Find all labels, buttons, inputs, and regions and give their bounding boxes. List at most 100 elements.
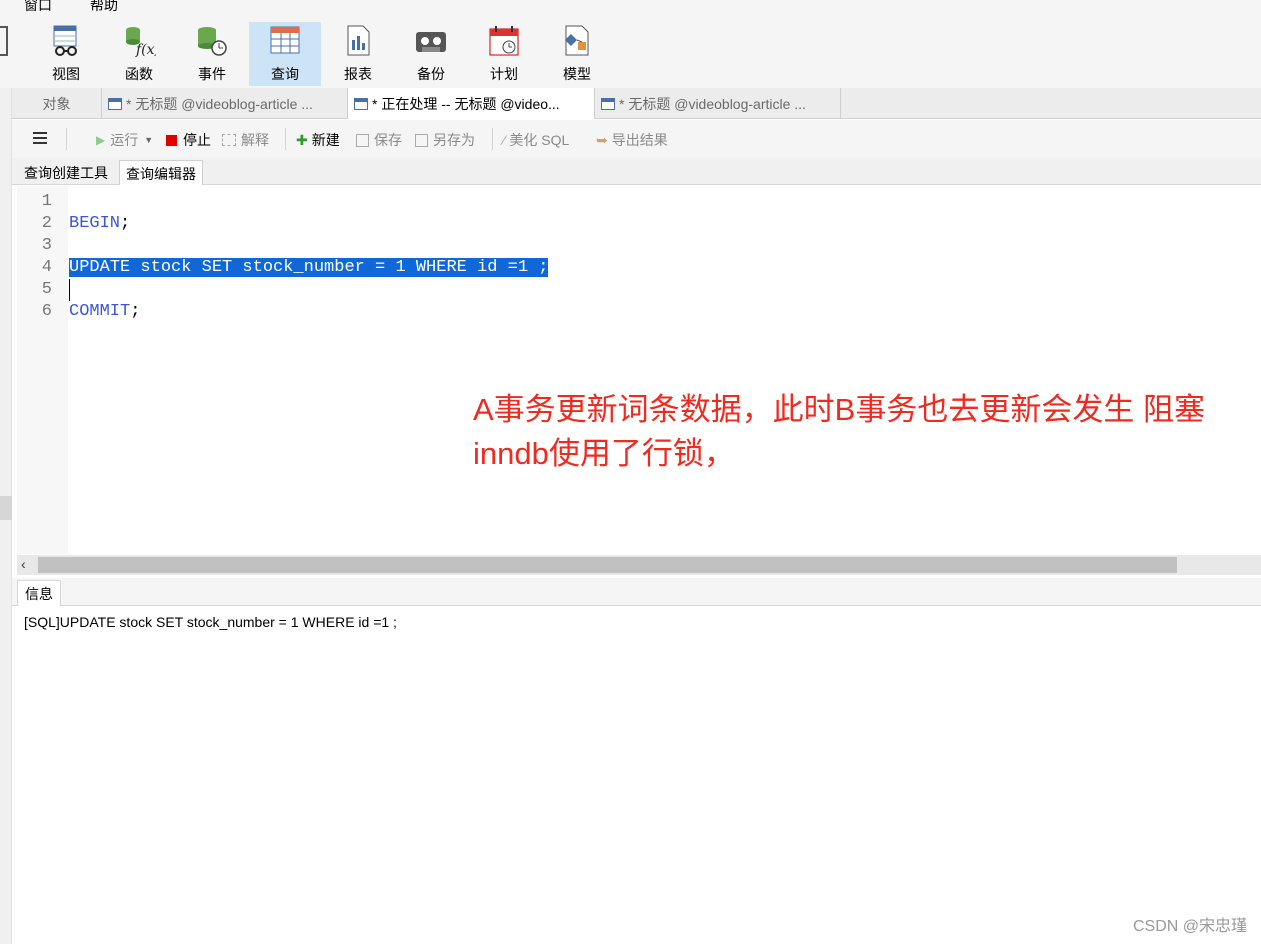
- sql-editor[interactable]: 1 2 3 4 5 6 BEGIN; UPDATE stock SET stoc…: [17, 186, 1261, 554]
- explain-icon: [222, 134, 236, 146]
- document-tab-strip: 对象 * 无标题 @videoblog-article ... * 正在处理 -…: [12, 88, 1261, 119]
- ribbon-model-label: 模型: [563, 66, 591, 82]
- backup-icon: [414, 24, 448, 58]
- tab-info[interactable]: 信息: [17, 580, 61, 606]
- ribbon-model-button[interactable]: 模型: [541, 22, 613, 86]
- line-number: 4: [41, 258, 52, 277]
- event-icon: [195, 24, 229, 58]
- annotation-line-1: A事务更新词条数据，此时B事务也去更新会发生 阻塞: [473, 392, 1205, 427]
- keyword-begin: BEGIN: [69, 214, 121, 233]
- ribbon-report-button[interactable]: 报表: [322, 22, 394, 86]
- toolbar-separator: [285, 128, 286, 150]
- ribbon-query-button[interactable]: 查询: [249, 22, 321, 86]
- line-number: 1: [41, 192, 52, 211]
- new-label: 新建: [311, 132, 340, 148]
- semicolon: ;: [130, 302, 141, 321]
- explain-button[interactable]: 解释: [222, 130, 269, 150]
- tab-query-builder[interactable]: 查询创建工具: [18, 160, 114, 185]
- tab-untitled-query-2[interactable]: * 无标题 @videoblog-article ...: [595, 88, 841, 119]
- ribbon-query-label: 查询: [271, 66, 299, 82]
- tab-query-editor[interactable]: 查询编辑器: [119, 160, 203, 185]
- save-icon: [356, 133, 369, 147]
- code-line-commit: COMMIT;: [69, 301, 140, 323]
- ribbon-schedule-button[interactable]: 计划: [468, 22, 540, 86]
- export-result-button[interactable]: ➥ 导出结果: [596, 130, 668, 150]
- watermark: CSDN @宋忠瑾: [1132, 918, 1247, 935]
- code-line-begin: BEGIN;: [69, 213, 130, 235]
- ribbon-toolbar: 视图 f(x) 函数 事件 查询 报表 备份 计划: [0, 16, 1261, 88]
- toolbar-separator: [66, 128, 67, 150]
- tab-untitled-query-1[interactable]: * 无标题 @videoblog-article ...: [102, 88, 348, 119]
- semicolon: ;: [120, 214, 131, 233]
- tab-objects-label: 对象: [42, 95, 71, 112]
- query-icon: [268, 24, 302, 58]
- beautify-sql-button[interactable]: ⁄ 美化 SQL: [503, 130, 569, 150]
- scrollbar-thumb[interactable]: [38, 557, 1177, 573]
- query-tab-icon: [601, 97, 615, 110]
- save-as-icon: [415, 133, 428, 147]
- tab-objects[interactable]: 对象: [12, 88, 102, 119]
- save-as-button[interactable]: 另存为: [415, 130, 475, 150]
- menu-window[interactable]: 窗口: [24, 0, 52, 15]
- model-icon: [560, 24, 594, 58]
- tab-untitled-query-2-label: * 无标题 @videoblog-article ...: [619, 95, 806, 112]
- menu-help[interactable]: 帮助: [90, 0, 118, 15]
- chevron-down-icon[interactable]: ▼: [144, 135, 153, 145]
- save-button[interactable]: 保存: [356, 130, 402, 150]
- export-icon: ➥: [596, 131, 608, 148]
- result-tabs: 信息: [12, 578, 1261, 606]
- left-panel-splitter[interactable]: [0, 496, 12, 520]
- line-number: 2: [41, 214, 52, 233]
- query-tab-icon: [108, 97, 122, 110]
- stop-label: 停止: [183, 132, 211, 148]
- ribbon-function-button[interactable]: f(x) 函数: [103, 22, 175, 86]
- line-number: 6: [41, 302, 52, 321]
- export-result-label: 导出结果: [611, 132, 668, 148]
- ribbon-event-label: 事件: [198, 66, 226, 82]
- sql-message: [SQL]UPDATE stock SET stock_number = 1 W…: [24, 614, 397, 630]
- report-icon: [341, 24, 375, 58]
- query-tab-icon: [354, 97, 368, 110]
- run-button[interactable]: ▶ 运行 ▼: [96, 130, 153, 150]
- new-icon: ✚: [296, 131, 308, 148]
- line-number: 5: [41, 280, 52, 299]
- tab-processing-query[interactable]: * 正在处理 -- 无标题 @video...: [348, 88, 595, 119]
- ribbon-event-button[interactable]: 事件: [176, 22, 248, 86]
- save-as-label: 另存为: [433, 132, 475, 148]
- new-button[interactable]: ✚ 新建: [296, 130, 340, 150]
- ribbon-report-label: 报表: [344, 66, 372, 82]
- annotation-line-2: inndb使用了行锁，: [473, 436, 735, 471]
- left-panel-strip: [0, 16, 12, 944]
- stop-button[interactable]: 停止: [166, 130, 211, 150]
- save-label: 保存: [374, 132, 402, 148]
- text-caret: [69, 279, 70, 301]
- ribbon-view-label: 视图: [52, 66, 80, 82]
- table-icon[interactable]: [0, 26, 8, 56]
- beautify-sql-label: 美化 SQL: [509, 132, 570, 148]
- ribbon-backup-button[interactable]: 备份: [395, 22, 467, 86]
- keyword-commit: COMMIT: [69, 302, 131, 321]
- explain-label: 解释: [241, 132, 269, 148]
- toolbar-separator: [492, 128, 493, 150]
- line-number: 3: [41, 236, 52, 255]
- chevron-left-icon[interactable]: ‹: [21, 556, 26, 572]
- svg-text:f(x): f(x): [135, 42, 156, 58]
- stop-icon: [166, 134, 177, 146]
- query-toolbar: ▶ 运行 ▼ 停止 解释 ✚ 新建 保存 另存为 ⁄ 美化 SQL ➥ 导出结果: [12, 120, 1261, 158]
- line-number-gutter: 1 2 3 4 5 6: [17, 186, 68, 554]
- menu-icon[interactable]: [33, 132, 47, 144]
- query-mode-tabs: 查询创建工具 查询编辑器: [12, 158, 1261, 185]
- play-icon: ▶: [96, 133, 106, 147]
- menu-bar: 窗口 帮助: [0, 0, 1261, 16]
- selected-update-statement: UPDATE stock SET stock_number = 1 WHERE …: [69, 258, 549, 277]
- schedule-icon: [487, 24, 521, 58]
- code-line-update: UPDATE stock SET stock_number = 1 WHERE …: [69, 257, 549, 279]
- editor-horizontal-scrollbar[interactable]: ‹: [17, 555, 1261, 575]
- function-icon: f(x): [122, 24, 160, 58]
- tab-processing-query-label: * 正在处理 -- 无标题 @video...: [372, 95, 560, 112]
- info-panel: [SQL]UPDATE stock SET stock_number = 1 W…: [17, 607, 1261, 944]
- magic-wand-icon: ⁄: [503, 132, 506, 148]
- ribbon-function-label: 函数: [125, 66, 153, 82]
- run-label: 运行: [110, 132, 139, 148]
- ribbon-view-button[interactable]: 视图: [30, 22, 102, 86]
